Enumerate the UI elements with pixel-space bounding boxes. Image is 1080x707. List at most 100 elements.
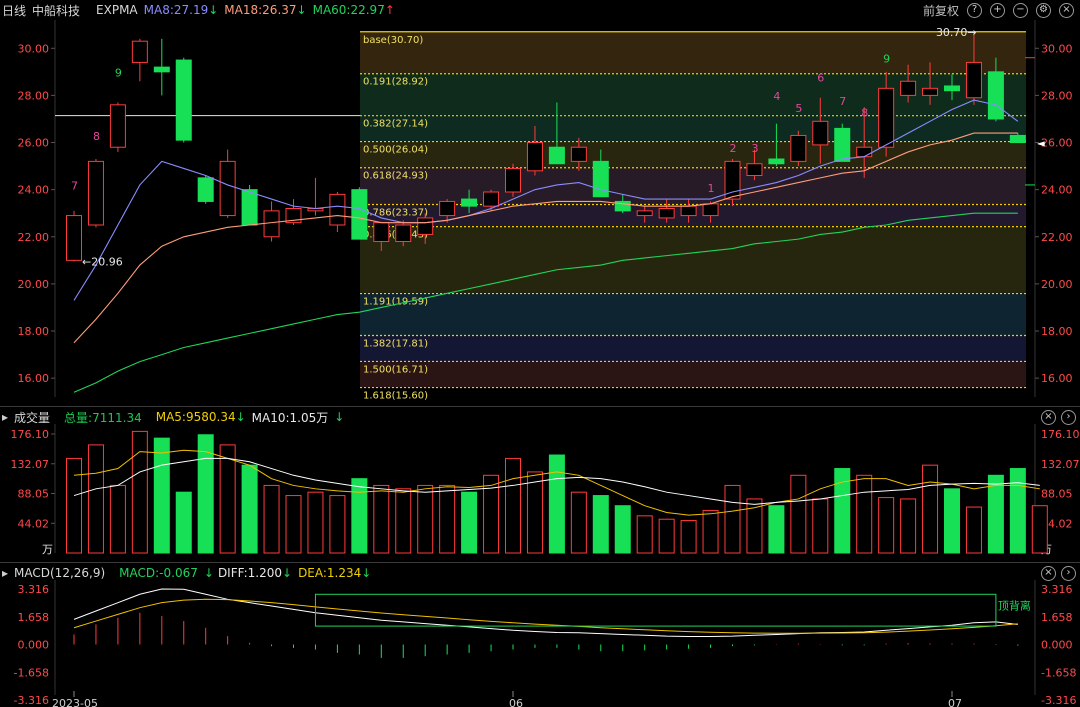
- macd-diff-line: [73, 588, 1018, 637]
- volume-tick-label-left: 132.07: [11, 458, 50, 471]
- candle-body: [1009, 134, 1026, 144]
- candle-body: [856, 146, 873, 158]
- candle-body: [395, 224, 412, 242]
- candle-body: [746, 163, 763, 177]
- candle-body: [965, 61, 982, 99]
- sequence-count-label: 2: [730, 142, 737, 155]
- price-tick-label-left: 22.00: [18, 231, 50, 244]
- volume-bar: [87, 444, 104, 554]
- macd-dea-line: [73, 598, 1018, 634]
- candle-body: [109, 104, 126, 148]
- sequence-count-label: 5: [795, 102, 802, 115]
- candle-body: [592, 160, 609, 198]
- volume-bar: [219, 444, 236, 554]
- volume-bar: [702, 509, 719, 554]
- volume-bar: [285, 495, 302, 554]
- candle-body: [900, 80, 917, 96]
- volume-bar: [241, 464, 258, 554]
- candle-body: [417, 217, 434, 235]
- candle-body: [373, 222, 390, 242]
- volume-bar: [614, 505, 631, 554]
- price-tick-label-right: 30.00: [1041, 42, 1073, 55]
- chart-canvas[interactable]: base(30.70) 0.191(28.92) 0.382(27.14) 0.500…: [0, 0, 1080, 707]
- candle-body: [461, 198, 478, 207]
- sequence-count-label: 8: [861, 107, 868, 120]
- macd-tick-label-right: 1.658: [1041, 611, 1073, 624]
- fib-level-label: 0.786(23.37): [363, 207, 428, 218]
- sequence-count-label: 9: [883, 52, 890, 65]
- volume-bar: [307, 491, 324, 554]
- current-price-marker: ◄: [1037, 139, 1045, 150]
- volume-bar: [526, 471, 543, 554]
- candle-body: [351, 189, 368, 240]
- sequence-count-label: 3: [751, 142, 758, 155]
- volume-tick-label-left: 44.02: [18, 517, 50, 530]
- divergence-box: [314, 593, 997, 627]
- price-tick-label-right: 22.00: [1041, 231, 1073, 244]
- volume-bar: [197, 434, 214, 554]
- candle-body: [878, 87, 895, 148]
- candle-body: [944, 85, 960, 92]
- fib-band: [360, 115, 1026, 142]
- volume-bar: [263, 484, 280, 554]
- candle-body: [790, 134, 807, 162]
- volume-bar: [658, 518, 675, 554]
- volume-bar: [505, 457, 521, 554]
- candle-body: [812, 120, 829, 146]
- price-tick-label-right: 18.00: [1041, 325, 1073, 338]
- macd-tick-label-left: -3.316: [14, 694, 49, 707]
- volume-tick-label-left: 88.05: [18, 488, 50, 501]
- volume-bar: [856, 474, 873, 554]
- volume-bar: [878, 497, 895, 554]
- candle-body: [548, 146, 565, 165]
- macd-tick-label-right: 0.000: [1041, 639, 1073, 652]
- volume-bar: [746, 498, 763, 554]
- volume-unit-left: 万: [42, 543, 53, 556]
- candle-body: [219, 160, 236, 217]
- fib-band: [360, 361, 1026, 388]
- candle-body: [526, 142, 543, 172]
- sequence-count-label: 7: [839, 95, 846, 108]
- macd-tick-label-left: 0.000: [18, 639, 50, 652]
- candle-body: [197, 177, 214, 202]
- price-tick-label-left: 30.00: [18, 42, 50, 55]
- fib-band: [360, 293, 1026, 336]
- price-tick-label-left: 28.00: [18, 89, 50, 102]
- candle-body: [702, 203, 719, 217]
- candle-body: [329, 193, 346, 226]
- volume-bar: [965, 506, 982, 554]
- candle-body: [483, 191, 500, 207]
- macd-tick-label-left: 1.658: [18, 611, 50, 624]
- high-price-annotation: 30.70→: [936, 26, 977, 39]
- macd-tick-label-right: -3.316: [1041, 694, 1076, 707]
- price-tick-label-right: 16.00: [1041, 372, 1073, 385]
- volume-bar: [922, 464, 939, 554]
- fib-level-label: 1.382(17.81): [363, 339, 428, 350]
- volume-bar: [592, 495, 609, 554]
- candle-body: [153, 66, 170, 73]
- fib-level-label: 1.618(15.60): [363, 391, 428, 402]
- macd-tick-label-right: -1.658: [1041, 666, 1076, 679]
- candle-body: [768, 158, 785, 165]
- volume-bar: [570, 491, 587, 554]
- volume-bar: [812, 498, 829, 554]
- macd-tick-label-right: 3.316: [1041, 583, 1073, 596]
- volume-bar: [548, 454, 565, 554]
- fib-band: [360, 226, 1026, 294]
- volume-tick-label-right: 132.07: [1041, 458, 1080, 471]
- fib-level-label: 0.191(28.92): [363, 77, 428, 88]
- candle-body: [505, 167, 521, 193]
- fib-band: [360, 31, 1026, 74]
- price-tick-label-right: 20.00: [1041, 278, 1073, 291]
- candle-body: [987, 71, 1004, 120]
- price-tick-label-right: 28.00: [1041, 89, 1073, 102]
- volume-bar: [461, 491, 478, 554]
- price-tick-label-right: 26.00: [1041, 137, 1073, 150]
- fib-level-label: 1.500(16.71): [363, 364, 428, 375]
- candle-body: [66, 215, 82, 261]
- volume-bar: [373, 484, 390, 554]
- candle-body: [834, 127, 851, 162]
- volume-bar: [351, 478, 368, 554]
- volume-bar: [395, 488, 412, 554]
- fib-band: [360, 335, 1026, 362]
